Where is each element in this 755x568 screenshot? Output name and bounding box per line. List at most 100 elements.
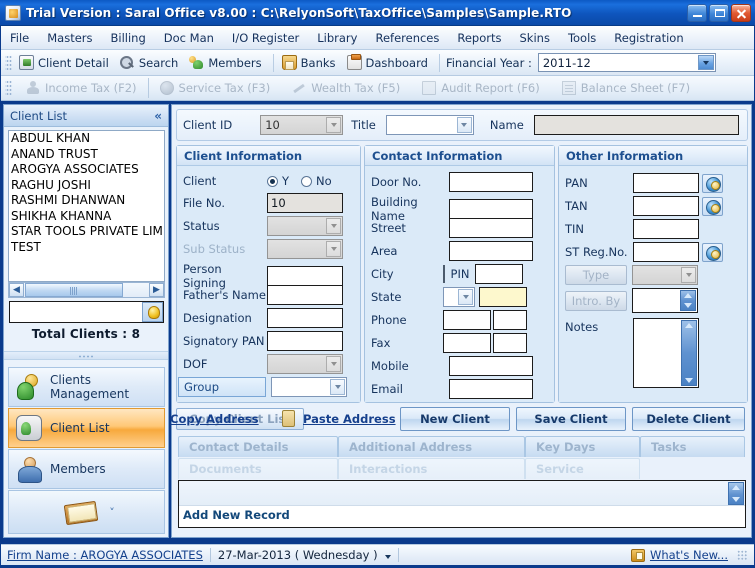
list-item[interactable]: RAGHU JOSHI [9,178,164,194]
menu-item-references[interactable]: References [366,28,448,48]
list-item[interactable]: TEST [9,240,164,256]
tab-additional-address[interactable]: Additional Address [338,436,525,457]
whats-new-icon[interactable] [630,548,645,562]
chevron-down-icon[interactable] [384,549,391,562]
name-field[interactable] [533,115,739,135]
fathers-name-field[interactable] [267,285,343,305]
chevron-down-icon[interactable]: ˅ [109,506,115,519]
scrollbar-track[interactable] [123,283,149,297]
notes-field[interactable] [633,318,699,388]
scroll-down-icon[interactable] [685,378,693,383]
pan-lookup-icon[interactable] [702,173,723,193]
add-new-record-label[interactable]: Add New Record [183,508,290,522]
sidebar-more-panel[interactable]: ˅ [8,490,165,534]
building-name-field[interactable] [449,199,533,219]
scroll-up-icon[interactable] [684,293,692,298]
list-item[interactable]: ABDUL KHAN [9,131,164,147]
door-no-field[interactable] [449,172,533,192]
chevron-down-icon[interactable] [326,356,341,372]
whats-new-link[interactable]: What's New... [650,548,728,562]
scrollbar-thumb[interactable] [25,283,123,297]
email-field[interactable] [449,379,533,399]
scroll-down-icon[interactable] [684,303,692,308]
sidebar-item-clients-management[interactable]: Clients Management [8,367,165,407]
street-field[interactable] [449,218,533,238]
menu-item-masters[interactable]: Masters [38,28,101,48]
copy-address-link[interactable]: Copy Address [170,412,259,426]
scroll-left-icon[interactable]: ◀ [9,283,24,297]
signatory-pan-field[interactable] [267,331,343,351]
menu-item-billing[interactable]: Billing [102,28,155,48]
client-list-horizontal-scrollbar[interactable]: ◀ ▶ [8,282,165,298]
sidebar-item-client-list[interactable]: Client List [8,408,165,448]
tab-interactions[interactable]: Interactions [338,458,525,479]
client-list-box[interactable]: ABDUL KHAN ANAND TRUST AROGYA ASSOCIATES… [8,130,165,282]
tan-field[interactable] [633,196,699,216]
minimize-button[interactable] [687,3,707,22]
designation-field[interactable] [267,308,343,328]
tin-field[interactable] [633,219,699,239]
chevron-down-icon[interactable] [458,289,473,305]
tab-contact-details[interactable]: Contact Details [178,436,338,457]
list-item[interactable]: ANAND TRUST [9,147,164,163]
toolbar-search[interactable]: Search [116,53,186,72]
fax-field-2[interactable] [493,333,527,353]
clipboard-icon[interactable] [282,410,295,427]
menu-item-skins[interactable]: Skins [511,28,559,48]
menu-item-reports[interactable]: Reports [448,28,510,48]
area-field[interactable] [449,241,533,261]
collapse-chevrons-icon[interactable]: « [154,109,162,123]
phone-field-2[interactable] [493,310,527,330]
sidebar-item-members[interactable]: Members [8,449,165,489]
toolbar-dashboard[interactable]: Dashboard [343,53,435,72]
new-client-button[interactable]: New Client [400,407,510,431]
delete-client-button[interactable]: Delete Client [632,407,745,431]
toolbar-grip[interactable] [5,53,12,72]
person-signing-field[interactable] [267,266,343,286]
menu-item-doc-man[interactable]: Doc Man [155,28,223,48]
client-yes-radio[interactable] [267,175,278,187]
list-item[interactable]: SHIKHA KHANNA [9,209,164,225]
pan-field[interactable] [633,173,699,193]
tab-service[interactable]: Service [525,458,640,479]
close-button[interactable] [731,3,751,22]
pin-field[interactable] [475,264,523,284]
toolbar-banks[interactable]: Banks [278,53,343,72]
scroll-up-icon[interactable] [732,485,740,490]
menu-item-tools[interactable]: Tools [559,28,605,48]
module-tab-service-tax[interactable]: Service Tax (F3) [149,78,282,98]
resize-grip-icon[interactable] [737,550,747,560]
list-item[interactable]: RASHMI DHANWAN [9,193,164,209]
record-grid[interactable]: Add New Record [178,480,746,528]
toolbar-client-detail[interactable]: Client Detail [15,53,116,72]
module-strip-grip[interactable] [5,79,12,97]
client-search-box[interactable] [9,301,164,323]
status-select[interactable] [267,216,343,236]
st-reg-no-lookup-icon[interactable] [702,242,723,262]
scroll-up-icon[interactable] [685,323,693,328]
chevron-down-icon[interactable] [330,379,345,395]
scroll-right-icon[interactable]: ▶ [149,283,164,297]
menu-item-registration[interactable]: Registration [605,28,692,48]
chevron-down-icon[interactable] [326,218,341,234]
client-id-select[interactable]: 10 [260,115,344,135]
save-client-button[interactable]: Save Client [516,407,626,431]
menu-item-file[interactable]: File [1,28,38,48]
firm-name-label[interactable]: Firm Name : AROGYA ASSOCIATES [1,548,203,562]
module-tab-audit-report[interactable]: Audit Report (F6) [411,78,551,98]
intro-by-field[interactable] [632,288,698,313]
tab-tasks[interactable]: Tasks [640,436,745,457]
notes-scrollbar[interactable] [681,320,697,386]
fax-field-1[interactable] [443,333,491,353]
module-tab-wealth-tax[interactable]: Wealth Tax (F5) [281,78,411,98]
file-no-field[interactable]: 10 [267,193,343,213]
tan-lookup-icon[interactable] [702,196,723,216]
client-no-radio[interactable] [301,175,313,187]
scroll-down-icon[interactable] [732,497,740,502]
group-select[interactable] [271,377,347,397]
chevron-down-icon[interactable] [326,117,342,133]
title-select[interactable] [385,115,474,135]
record-grid-scrollbar[interactable] [728,482,744,505]
maximize-button[interactable] [709,3,729,22]
module-tab-income-tax[interactable]: Income Tax (F2) [15,78,149,98]
